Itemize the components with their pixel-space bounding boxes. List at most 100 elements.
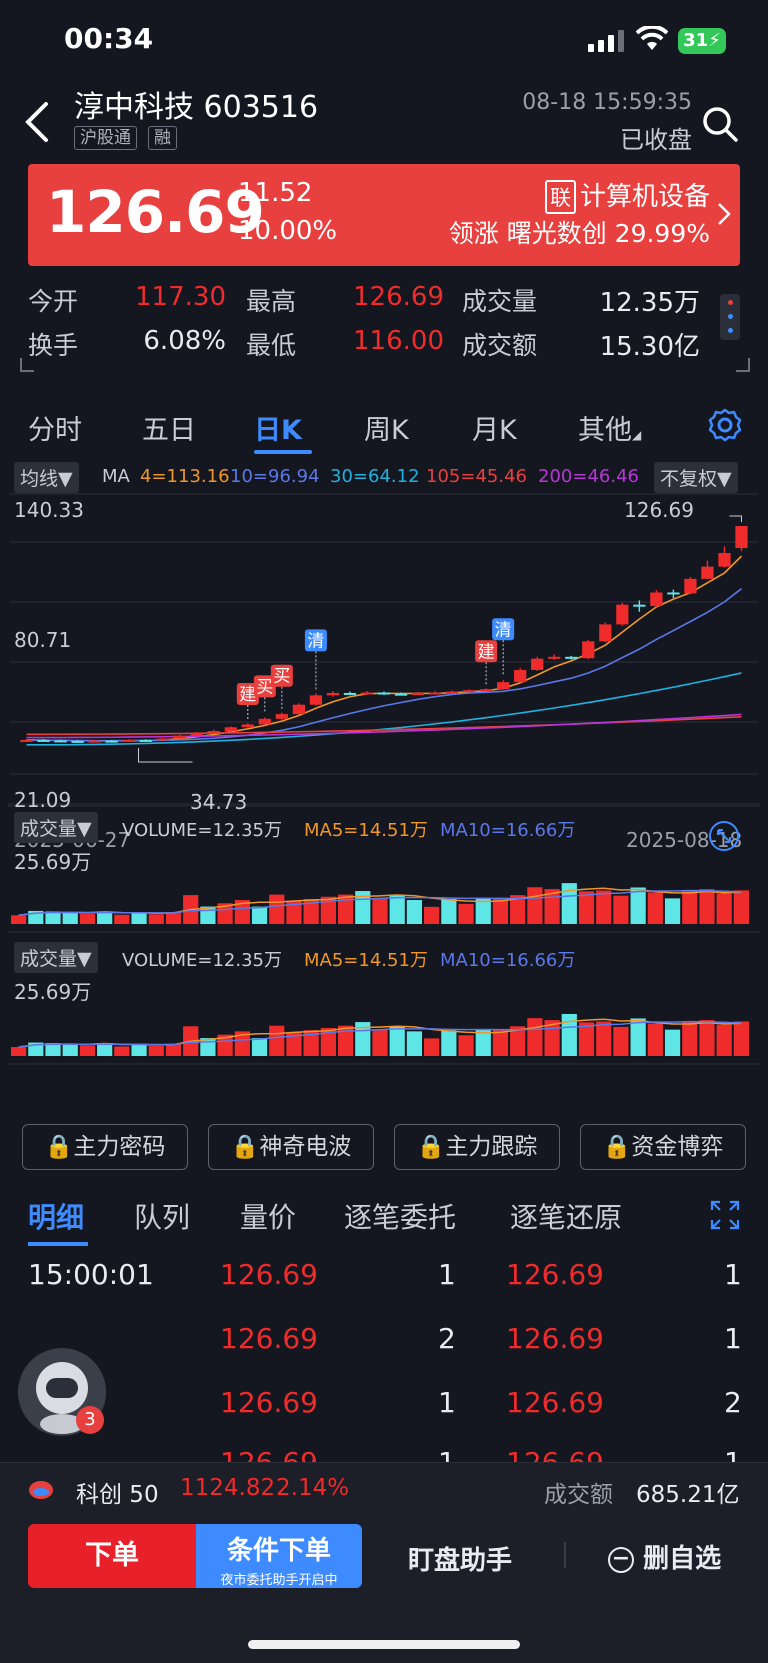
tab-daily-k[interactable]: 日K	[254, 408, 302, 447]
min-price-label: 34.73	[190, 790, 248, 814]
candle-body	[565, 656, 578, 659]
volume-bar	[114, 914, 130, 924]
candle-body	[582, 641, 595, 659]
ma10-value: 10=96.94	[230, 466, 320, 487]
stat-label-open: 今开	[28, 287, 79, 316]
volume-value-2: VOLUME=12.35万	[122, 950, 282, 971]
candle-body	[139, 739, 152, 742]
sector-leader: 领涨 曙光数创 29.99%	[448, 219, 710, 248]
gear-icon[interactable]	[708, 408, 742, 442]
kline-chart-panel[interactable]: 建买买清建清 均线▼ MA 4=113.16 10=96.94 30=64.12…	[8, 458, 760, 1108]
kline-svg: 建买买清建清	[8, 458, 760, 1108]
tab-monthly-k[interactable]: 月K	[472, 408, 517, 447]
volume-bar	[251, 906, 268, 924]
volume-bar	[11, 1047, 27, 1056]
y-axis-top: 140.33	[14, 498, 84, 522]
candle-body	[156, 738, 169, 741]
tab-tick-restore[interactable]: 逐笔还原	[510, 1196, 622, 1236]
main-force-tracking-button[interactable]: 🔒主力跟踪	[394, 1124, 560, 1170]
candle-body	[548, 656, 561, 659]
capital-game-button[interactable]: 🔒资金博弈	[580, 1124, 746, 1170]
trade-time: 15:00:01	[28, 1258, 154, 1291]
candle-body	[343, 692, 357, 695]
tab-five-day[interactable]: 五日	[142, 408, 196, 447]
candle-body	[207, 731, 220, 734]
index-bar[interactable]: 科创 50 1124.82 2.14% 成交额 685.21亿	[0, 1462, 768, 1518]
trade-volume: 1	[438, 1386, 456, 1419]
tag-margin: 融	[148, 126, 177, 150]
marker-label: 买	[273, 667, 290, 687]
volume-dropdown-2[interactable]: 成交量▼	[14, 942, 98, 973]
candle-body	[54, 740, 67, 743]
watch-assistant-button[interactable]: 盯盘助手	[408, 1540, 512, 1577]
volume-dropdown-1[interactable]: 成交量▼	[14, 812, 98, 843]
adjust-dropdown[interactable]: 不复权▼	[654, 462, 738, 493]
volume-bar	[424, 906, 440, 924]
chart-tabs: 分时 五日 日K 周K 月K 其他◢	[0, 398, 768, 454]
cellular-signal-icon	[588, 30, 624, 52]
volume-bar	[372, 897, 388, 924]
volume-bar	[716, 1024, 732, 1056]
expand-icon[interactable]	[710, 1200, 740, 1230]
y-axis-mid: 80.71	[14, 628, 72, 652]
candle-body	[326, 692, 340, 696]
conditional-order-button[interactable]: 条件下单 夜市委托助手开启中	[196, 1524, 362, 1588]
y-axis-low: 21.09	[14, 788, 72, 812]
stat-label-amount: 成交额	[462, 331, 538, 360]
tab-queue[interactable]: 队列	[134, 1196, 190, 1236]
order-button[interactable]: 下单	[28, 1524, 196, 1588]
stat-label-high: 最高	[246, 287, 297, 316]
magic-wave-button[interactable]: 🔒神奇电波	[208, 1124, 374, 1170]
volume-bar	[733, 1021, 749, 1056]
candle-body	[224, 727, 237, 732]
trade-volume: 1	[438, 1446, 456, 1462]
table-row: 126.69 1 126.69 2	[0, 1386, 768, 1426]
sector-link[interactable]: 联计算机设备	[544, 176, 710, 214]
tab-other[interactable]: 其他◢	[578, 408, 641, 447]
volume-bar	[406, 900, 423, 924]
volume-bar	[11, 915, 27, 924]
volume-bar	[578, 891, 595, 924]
index-turnover-label: 成交额	[544, 1482, 613, 1508]
tab-weekly-k[interactable]: 周K	[364, 408, 409, 447]
more-menu-icon[interactable]	[720, 294, 740, 340]
price-banner[interactable]: 126.69 11.52 10.00% 联计算机设备 领涨 曙光数创 29.99…	[28, 164, 740, 266]
fullscreen-icon[interactable]	[708, 820, 740, 852]
sector-name: 计算机设备	[579, 182, 710, 212]
table-row: 15:00:01 126.69 1 126.69 1	[0, 1258, 768, 1298]
volume-bar	[79, 913, 96, 924]
volume-bar	[699, 1020, 715, 1056]
index-logo-icon	[29, 1481, 53, 1499]
candle-body	[531, 658, 544, 670]
tab-intraday[interactable]: 分时	[28, 408, 82, 447]
wifi-icon	[636, 26, 668, 50]
candle-body	[514, 669, 527, 683]
stat-value-open: 117.30	[135, 282, 226, 312]
chevron-right-icon	[718, 203, 731, 225]
candle-body	[462, 690, 476, 693]
volume-y-top-2: 25.69万	[14, 980, 92, 1004]
volume-bar	[630, 1018, 646, 1056]
tab-detail[interactable]: 明细	[28, 1196, 84, 1236]
search-icon[interactable]	[700, 104, 740, 144]
volume-bar	[441, 898, 457, 924]
stat-value-low: 116.00	[353, 326, 444, 356]
candle-body	[173, 735, 186, 739]
indicator-dropdown[interactable]: 均线▼	[14, 462, 79, 493]
tab-volume-price[interactable]: 量价	[240, 1196, 296, 1236]
volume-bar	[527, 887, 543, 924]
tab-order-by-order[interactable]: 逐笔委托	[344, 1196, 456, 1236]
back-arrow-icon[interactable]	[22, 100, 52, 144]
remove-watchlist-button[interactable]: − 删自选	[608, 1538, 721, 1575]
trade-volume: 2	[724, 1386, 742, 1419]
volume-ma10-1: MA10=16.66万	[440, 820, 576, 841]
main-force-code-button[interactable]: 🔒主力密码	[22, 1124, 188, 1170]
sector-tag: 联	[544, 180, 576, 214]
marker-label: 清	[495, 620, 512, 640]
candle-body	[360, 692, 374, 695]
volume-bar	[733, 890, 749, 924]
candle-body	[190, 732, 203, 736]
candle-body	[258, 718, 271, 725]
ma30-value: 30=64.12	[330, 466, 420, 487]
candle-body	[650, 592, 663, 607]
